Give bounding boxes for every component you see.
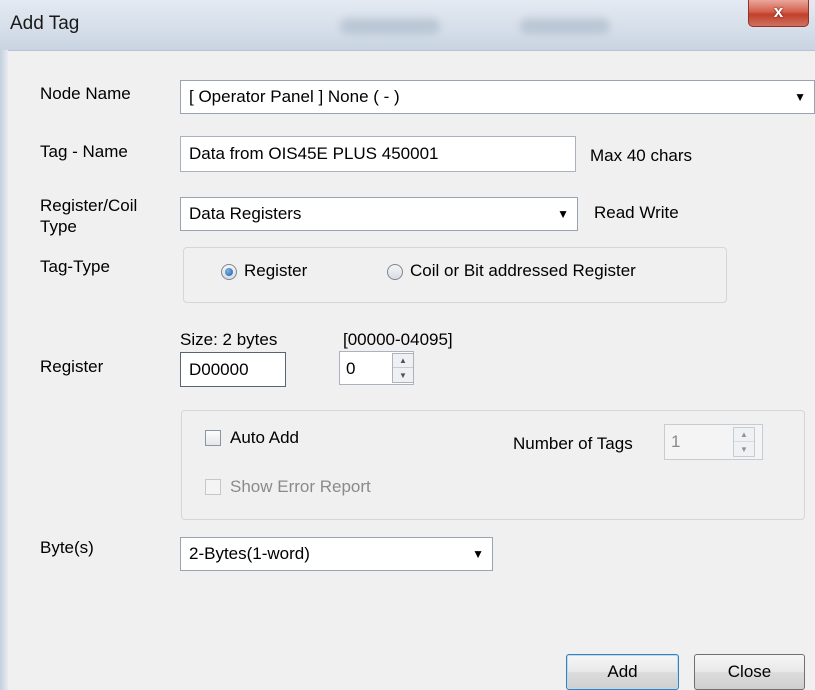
tag-type-label: Tag-Type (40, 257, 110, 276)
tag-name-input[interactable]: Data from OIS45E PLUS 450001 (180, 136, 576, 172)
arrow-down-icon[interactable]: ▼ (393, 368, 413, 382)
window-frame-edge (0, 50, 8, 690)
node-name-value: [ Operator Panel ] None ( - ) (189, 87, 400, 106)
register-size-text: Size: 2 bytes (180, 330, 278, 349)
show-error-report-label: Show Error Report (230, 477, 371, 496)
node-name-label: Node Name (40, 84, 131, 103)
title-bar: Add Tag x (0, 0, 815, 51)
coil-bit-radio[interactable] (387, 264, 403, 280)
close-window-button[interactable]: x (748, 0, 809, 27)
close-button[interactable]: Close (694, 654, 805, 690)
register-offset-spinner[interactable]: ▲ ▼ (392, 353, 414, 383)
arrow-up-icon[interactable]: ▲ (393, 354, 413, 368)
bytes-value: 2-Bytes(1-word) (189, 544, 310, 563)
register-coil-type-label: Register/Coil Type (40, 196, 138, 236)
auto-add-label[interactable]: Auto Add (230, 428, 299, 448)
arrow-down-icon[interactable]: ▼ (734, 442, 754, 456)
chevron-down-icon: ▼ (557, 207, 569, 221)
blurred-title-region (520, 18, 610, 34)
chevron-down-icon: ▼ (472, 547, 484, 561)
tag-name-label: Tag - Name (40, 142, 128, 161)
show-error-report-checkbox[interactable] (205, 479, 221, 495)
register-type-value: Data Registers (189, 204, 302, 223)
coil-bit-radio-label[interactable]: Coil or Bit addressed Register (410, 261, 636, 281)
chevron-down-icon: ▼ (794, 90, 806, 104)
register-label: Register (40, 357, 104, 376)
register-radio[interactable] (221, 264, 237, 280)
number-of-tags-spinner[interactable]: ▲ ▼ (733, 427, 755, 457)
register-access-text: Read Write (594, 203, 679, 222)
register-radio-label[interactable]: Register (244, 261, 307, 281)
node-name-dropdown[interactable]: [ Operator Panel ] None ( - ) ▼ (180, 80, 815, 114)
register-range-text: [00000-04095] (343, 330, 453, 349)
tag-name-hint: Max 40 chars (590, 146, 693, 165)
number-of-tags-label: Number of Tags (513, 434, 633, 453)
bytes-dropdown[interactable]: 2-Bytes(1-word) ▼ (180, 537, 493, 571)
auto-add-checkbox[interactable] (205, 430, 221, 446)
arrow-up-icon[interactable]: ▲ (734, 428, 754, 442)
blurred-title-region (340, 18, 440, 34)
register-type-dropdown[interactable]: Data Registers ▼ (180, 197, 578, 231)
window-title: Add Tag (10, 13, 80, 34)
register-address-input[interactable]: D00000 (180, 352, 286, 387)
close-icon: x (773, 2, 784, 21)
add-button[interactable]: Add (566, 654, 679, 690)
bytes-label: Byte(s) (40, 538, 94, 557)
